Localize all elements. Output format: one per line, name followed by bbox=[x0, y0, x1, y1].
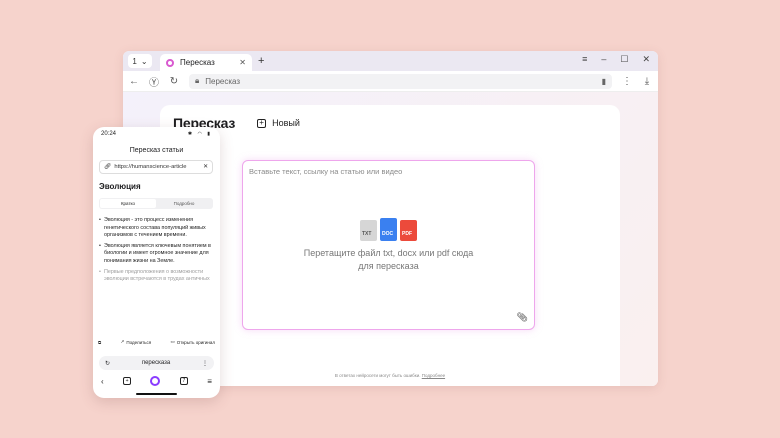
txt-file-icon: TXT bbox=[360, 220, 377, 241]
phone-search-bar[interactable]: ↻ пересказа ⋮ bbox=[99, 356, 214, 370]
tab-count: 1 bbox=[132, 56, 137, 66]
yandex-home-icon[interactable]: Ⓨ bbox=[149, 74, 159, 89]
tabs-count-icon[interactable]: 7 bbox=[179, 377, 188, 385]
status-icons: ✱ ◠ ▮ bbox=[187, 131, 212, 137]
list-item: Эволюция является ключевым понятием в би… bbox=[99, 243, 214, 266]
phone-url-text: https://humanscience-article bbox=[114, 164, 187, 170]
reload-icon[interactable]: ↻ bbox=[105, 360, 110, 367]
reload-icon[interactable]: ↻ bbox=[169, 76, 179, 87]
plus-icon: + bbox=[257, 118, 267, 128]
back-icon[interactable]: ‹ bbox=[101, 377, 104, 386]
tab-counter-button[interactable]: 1 ⌄ bbox=[128, 54, 152, 68]
close-icon[interactable]: ✕ bbox=[239, 58, 246, 67]
retell-app: Пересказ + Новый Вставьте текст, ссылку … bbox=[160, 105, 620, 386]
bookmark-icon[interactable]: ▮ bbox=[602, 77, 606, 86]
drop-line-2: для пересказа bbox=[358, 261, 419, 271]
address-bar: ← Ⓨ ↻ 🔒︎ Пересказ ▮ ⋮ ⤓ bbox=[123, 71, 658, 92]
copy-button[interactable]: ⧉ bbox=[98, 340, 101, 345]
menu-icon[interactable]: ≡ bbox=[582, 54, 587, 65]
phone-nav-bar: ‹ + 7 ≡ bbox=[101, 376, 212, 386]
favicon-icon bbox=[166, 58, 174, 67]
home-indicator bbox=[136, 393, 177, 395]
new-button[interactable]: + Новый bbox=[257, 118, 300, 128]
disclaimer-text: В ответах нейросети могут быть ошибки. bbox=[334, 373, 421, 378]
open-original-label: Открыть оригинал bbox=[176, 339, 215, 345]
new-tab-plus-icon[interactable]: + bbox=[258, 55, 264, 67]
phone-mockup: 20:24 ✱ ◠ ▮ Пересказ статьи 🔗︎ https://h… bbox=[93, 127, 220, 398]
minimize-icon[interactable]: – bbox=[601, 54, 606, 65]
new-tab-icon[interactable]: + bbox=[123, 377, 132, 385]
chevron-down-icon: ⌄ bbox=[140, 56, 148, 66]
status-time: 20:24 bbox=[101, 131, 117, 137]
tab-title: Пересказ bbox=[180, 58, 215, 67]
disclaimer-more-link[interactable]: Подробнее bbox=[422, 373, 445, 378]
tab-detailed[interactable]: Подробно bbox=[156, 199, 212, 208]
input-dropzone[interactable]: Вставьте текст, ссылку на статью или вид… bbox=[242, 160, 535, 330]
url-text: Пересказ bbox=[205, 76, 241, 86]
menu-icon[interactable]: ≡ bbox=[207, 377, 212, 386]
back-arrow-icon[interactable]: ← bbox=[129, 76, 139, 87]
more-vertical-icon[interactable]: ⋮ bbox=[202, 360, 208, 367]
share-label: Поделиться bbox=[126, 339, 152, 345]
download-icon[interactable]: ⤓ bbox=[642, 76, 652, 87]
link-icon: 🔗︎ bbox=[104, 164, 112, 170]
copy-icon: ⧉ bbox=[98, 339, 102, 345]
input-placeholder: Вставьте текст, ссылку на статью или вид… bbox=[249, 167, 403, 176]
close-window-icon[interactable]: ✕ bbox=[642, 54, 650, 65]
phone-search-query: пересказа bbox=[141, 360, 171, 366]
drop-line-1: Перетащите файл txt, docx или pdf сюда bbox=[303, 248, 474, 258]
open-original-button[interactable]: ▭ Открыть оригинал bbox=[171, 339, 215, 345]
clear-icon[interactable]: ✕ bbox=[203, 164, 208, 170]
summary-list: Эволюция - это процесс изменения генетич… bbox=[99, 217, 214, 284]
tab-short[interactable]: Кратко bbox=[100, 199, 156, 208]
pdf-file-icon: PDF bbox=[400, 220, 417, 241]
share-button[interactable]: ↗ Поделиться bbox=[121, 339, 152, 345]
active-tab[interactable]: Пересказ ✕ bbox=[160, 54, 252, 71]
phone-url-field[interactable]: 🔗︎ https://humanscience-article ✕ bbox=[99, 160, 213, 174]
tab-strip: 1 ⌄ Пересказ ✕ + ≡ – ☐ ✕ bbox=[123, 51, 658, 71]
phone-actions: ⧉ ↗ Поделиться ▭ Открыть оригинал bbox=[98, 339, 215, 345]
share-icon: ↗ bbox=[120, 339, 125, 344]
list-item: Эволюция - это процесс изменения генетич… bbox=[99, 217, 214, 240]
status-bar: 20:24 ✱ ◠ ▮ bbox=[93, 127, 220, 141]
maximize-icon[interactable]: ☐ bbox=[620, 54, 628, 65]
url-field[interactable]: 🔒︎ Пересказ ▮ bbox=[189, 73, 612, 89]
list-item: Первые предположения о возможности эволю… bbox=[99, 269, 214, 284]
phone-page-title: Пересказ статьи bbox=[129, 147, 184, 154]
text-fade-overlay bbox=[93, 292, 220, 328]
book-icon: ▭ bbox=[170, 339, 175, 344]
summary-heading: Эволюция bbox=[99, 182, 141, 191]
summary-mode-tabs: Кратко Подробно bbox=[99, 198, 213, 209]
disclaimer: В ответах нейросети могут быть ошибки. П… bbox=[160, 373, 620, 378]
paperclip-icon[interactable]: 📎︎ bbox=[517, 312, 528, 323]
more-vertical-icon[interactable]: ⋮ bbox=[622, 76, 632, 87]
new-button-label: Новый bbox=[272, 118, 300, 128]
drop-instructions: Перетащите файл txt, docx или pdf сюда д… bbox=[243, 247, 534, 273]
alice-assistant-icon[interactable] bbox=[150, 376, 161, 386]
file-type-icons: TXT DOC PDF bbox=[360, 218, 417, 241]
lock-icon: 🔒︎ bbox=[195, 76, 200, 85]
window-controls: ≡ – ☐ ✕ bbox=[582, 54, 650, 65]
doc-file-icon: DOC bbox=[380, 218, 397, 241]
